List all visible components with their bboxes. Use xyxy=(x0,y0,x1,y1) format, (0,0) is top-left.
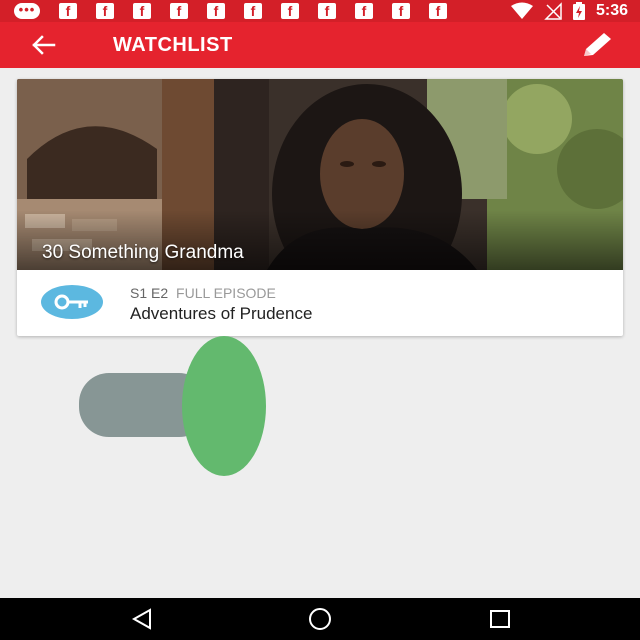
episode-meta: S1 E2 FULL EPISODE xyxy=(130,285,276,301)
system-nav-bar xyxy=(0,598,640,640)
key-icon xyxy=(41,285,103,319)
facebook-icon: f xyxy=(96,3,114,19)
system-status: 5:36 xyxy=(510,1,628,21)
cylinder-shape xyxy=(79,336,266,476)
pencil-icon[interactable] xyxy=(578,30,618,60)
facebook-icon: f xyxy=(392,3,410,19)
episode-code: S1 E2 xyxy=(130,285,169,301)
no-signal-icon xyxy=(544,2,562,20)
facebook-icon: f xyxy=(281,3,299,19)
clock-time: 5:36 xyxy=(595,2,628,19)
battery-charging-icon xyxy=(572,2,585,20)
facebook-icon: f xyxy=(318,3,336,19)
app-bar: WATCHLIST xyxy=(0,22,640,68)
arrow-back-icon[interactable] xyxy=(30,32,58,58)
facebook-icon: f xyxy=(244,3,262,19)
recents-square-icon[interactable] xyxy=(486,607,516,631)
chat-icon: ••• xyxy=(14,3,40,19)
watchlist-card[interactable]: 30 Something Grandma S1 E2 FULL EPISODE … xyxy=(17,79,623,336)
episode-thumbnail[interactable]: 30 Something Grandma xyxy=(17,79,623,270)
facebook-icon: f xyxy=(133,3,151,19)
page-title: WATCHLIST xyxy=(113,34,233,56)
home-circle-icon[interactable] xyxy=(305,607,335,631)
episode-type: FULL EPISODE xyxy=(176,285,276,301)
facebook-icon: f xyxy=(429,3,447,19)
notification-icons: ••• f f f f f f f f f f f xyxy=(14,3,447,19)
facebook-icon: f xyxy=(59,3,77,19)
status-bar: ••• f f f f f f f f f f f 5:36 xyxy=(0,0,640,22)
episode-info[interactable]: S1 E2 FULL EPISODE Adventures of Prudenc… xyxy=(17,270,623,336)
facebook-icon: f xyxy=(355,3,373,19)
episode-title: Adventures of Prudence xyxy=(130,304,313,323)
wifi-icon xyxy=(510,2,533,19)
facebook-icon: f xyxy=(207,3,225,19)
back-triangle-icon[interactable] xyxy=(128,607,158,631)
facebook-icon: f xyxy=(170,3,188,19)
show-title: 30 Something Grandma xyxy=(42,242,244,263)
